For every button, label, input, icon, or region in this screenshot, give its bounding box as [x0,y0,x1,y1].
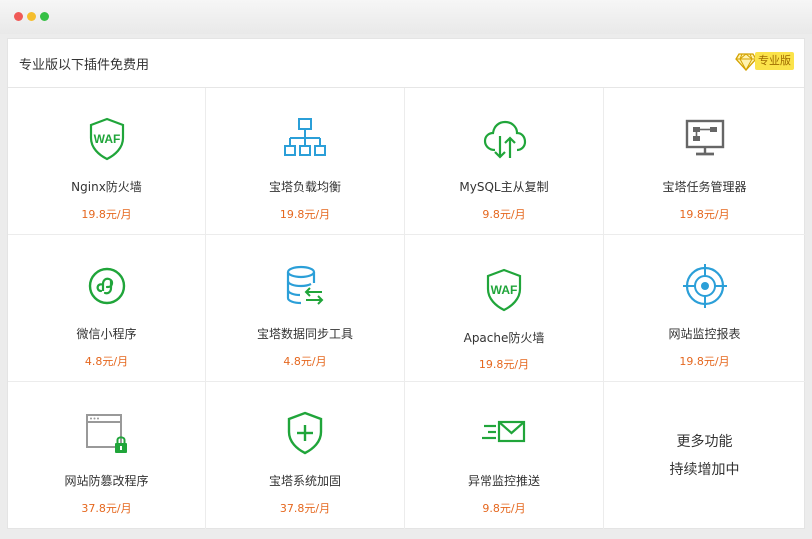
plugin-price: 19.8元/月 [279,208,331,221]
maximize-window-button[interactable] [40,12,49,21]
mail-send-icon [481,410,527,456]
monitor-icon [682,116,728,162]
plugin-card[interactable]: 宝塔数据同步工具 4.8元/月 [206,235,405,382]
pro-version-badge[interactable]: 专业版 [735,50,794,72]
more-features-line2: 持续增加中 [669,462,740,478]
plugin-name: 宝塔系统加固 [268,474,341,488]
plugin-card[interactable]: 微信小程序 4.8元/月 [8,235,206,382]
more-features-line1: 更多功能 [676,434,733,450]
panel-title: 专业版以下插件免费用 [19,58,150,73]
panel-header: 专业版以下插件免费用 专业版 [8,39,804,88]
waf-shield-icon: WAF [481,267,527,313]
locked-window-icon [84,410,130,456]
plugin-name: 宝塔负载均衡 [268,180,341,194]
plugin-card[interactable]: MySQL主从复制 9.8元/月 [405,88,604,235]
plugin-price: 37.8元/月 [279,502,331,515]
plugin-price: 19.8元/月 [679,208,730,221]
svg-text:WAF: WAF [491,283,518,297]
shield-plus-icon [282,410,328,456]
plugin-card[interactable]: 网站监控报表 19.8元/月 [604,235,805,382]
plugin-name: 网站监控报表 [668,327,741,341]
plugin-name: 异常监控推送 [467,474,540,488]
pro-version-label: 专业版 [755,52,794,70]
plugin-name: 微信小程序 [76,327,137,341]
plugin-card[interactable]: 宝塔任务管理器 19.8元/月 [604,88,805,235]
plugin-price: 4.8元/月 [84,355,129,368]
minimize-window-button[interactable] [27,12,36,21]
svg-text:WAF: WAF [93,132,120,146]
plugin-price: 37.8元/月 [81,502,132,515]
plugin-price: 4.8元/月 [283,355,327,368]
plugin-name: MySQL主从复制 [459,180,549,194]
plugin-card[interactable]: 宝塔系统加固 37.8元/月 [206,382,405,529]
plugin-price: 9.8元/月 [482,502,526,515]
plugin-card[interactable]: 异常监控推送 9.8元/月 [405,382,604,529]
plugin-panel: 专业版以下插件免费用 专业版 WAF Nginx防火墙 19.8元/月 宝塔负载… [7,38,805,529]
plugin-price: 19.8元/月 [478,358,530,371]
more-features-text: 更多功能 持续增加中 [604,428,805,484]
cloud-sync-icon [481,116,527,162]
radar-icon [682,263,728,309]
plugin-grid: WAF Nginx防火墙 19.8元/月 宝塔负载均衡 19.8元/月 MySQ… [8,88,805,529]
database-sync-icon [282,263,328,309]
plugin-name: Apache防火墙 [463,331,545,345]
plugin-price: 9.8元/月 [482,208,526,221]
plugin-card[interactable]: WAF Apache防火墙 19.8元/月 [405,235,604,382]
plugin-name: 宝塔任务管理器 [662,180,747,194]
window-titlebar [0,0,812,34]
waf-shield-icon: WAF [84,116,130,162]
more-features-card: 更多功能 持续增加中 [604,382,805,529]
plugin-name: 宝塔数据同步工具 [256,327,353,341]
diamond-icon [735,53,757,71]
plugin-card[interactable]: 网站防篡改程序 37.8元/月 [8,382,206,529]
plugin-price: 19.8元/月 [81,208,132,221]
plugin-name: 网站防篡改程序 [64,474,149,488]
close-window-button[interactable] [14,12,23,21]
plugin-name: Nginx防火墙 [71,180,142,194]
network-tree-icon [282,116,328,162]
mini-program-icon [84,263,130,309]
plugin-card[interactable]: 宝塔负载均衡 19.8元/月 [206,88,405,235]
plugin-card[interactable]: WAF Nginx防火墙 19.8元/月 [8,88,206,235]
plugin-price: 19.8元/月 [679,355,730,368]
